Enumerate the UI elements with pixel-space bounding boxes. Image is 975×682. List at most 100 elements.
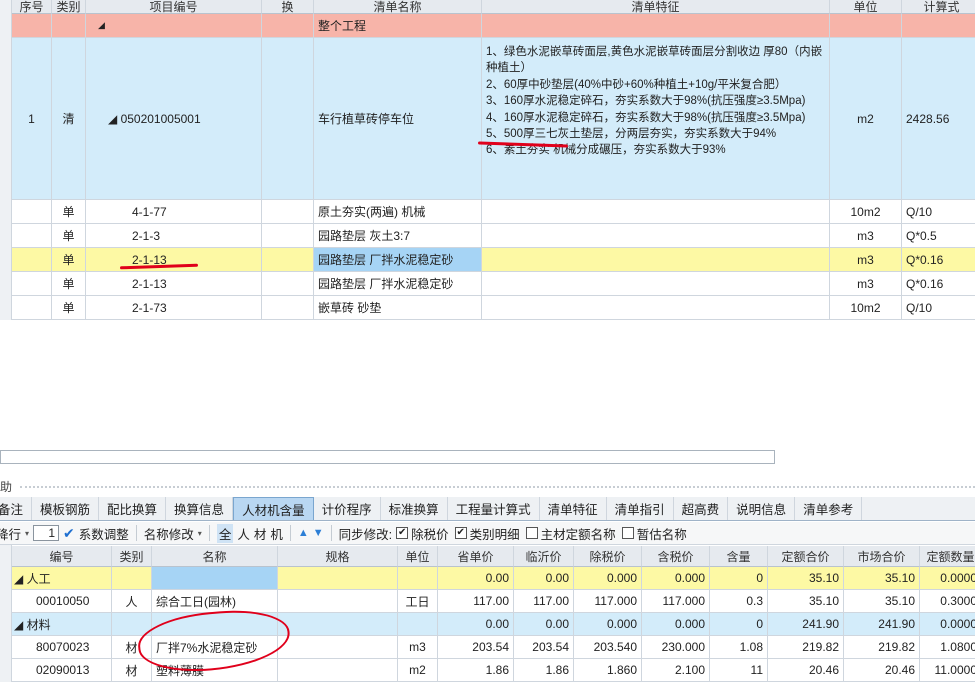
category-row-p3[interactable]: 0.000 xyxy=(574,567,642,590)
sub-row-code[interactable]: 2-1-13 xyxy=(86,248,262,272)
category-row-t2[interactable]: 35.10 xyxy=(844,567,920,590)
col-header-unit[interactable]: 单位 xyxy=(830,0,902,14)
category-row-p1[interactable]: 0.00 xyxy=(438,613,514,636)
category-row-t3[interactable]: 0.0000 xyxy=(920,613,975,636)
col-header-code[interactable]: 项目编号 xyxy=(86,0,262,14)
sub-row-type[interactable]: 单 xyxy=(52,272,86,296)
resource-row-t1[interactable]: 219.82 xyxy=(768,636,844,659)
panel-grip[interactable] xyxy=(20,486,975,488)
category-row-qty[interactable]: 0 xyxy=(710,567,768,590)
main-row-seq[interactable]: 1 xyxy=(12,38,52,200)
resource-row-p1[interactable]: 1.86 xyxy=(438,659,514,682)
sub-row-type[interactable]: 单 xyxy=(52,248,86,272)
col-header-type[interactable]: 类别 xyxy=(112,546,152,567)
sub-row-seq[interactable] xyxy=(12,272,52,296)
coef-adjust-button[interactable]: 系数调整 xyxy=(79,524,129,543)
total-row-features[interactable] xyxy=(482,14,830,38)
resource-row-unit[interactable]: m2 xyxy=(398,659,438,682)
sub-row-unit[interactable]: m3 xyxy=(830,272,902,296)
sub-row-swap[interactable] xyxy=(262,296,314,320)
tab-9[interactable]: 清单指引 xyxy=(607,497,674,520)
col-header-p1[interactable]: 省单价 xyxy=(438,546,514,567)
resource-row-t2[interactable]: 219.82 xyxy=(844,636,920,659)
sub-row-seq[interactable] xyxy=(12,248,52,272)
category-row-p2[interactable]: 0.00 xyxy=(514,613,574,636)
col-header-spec[interactable]: 规格 xyxy=(278,546,398,567)
resource-row-type[interactable]: 人 xyxy=(112,590,152,613)
arrow-down-icon[interactable]: ▼ xyxy=(313,527,324,539)
col-header-t1[interactable]: 定额合价 xyxy=(768,546,844,567)
tab-10[interactable]: 超高费 xyxy=(674,497,729,520)
tab-6[interactable]: 标准换算 xyxy=(381,497,448,520)
tab-0[interactable]: 备注 xyxy=(0,497,33,520)
resource-row-p4[interactable]: 2.100 xyxy=(642,659,710,682)
category-row-p4[interactable]: 0.000 xyxy=(642,567,710,590)
tab-2[interactable]: 配比换算 xyxy=(99,497,167,520)
category-row-p3[interactable]: 0.000 xyxy=(574,613,642,636)
resource-row-p2[interactable]: 203.54 xyxy=(514,636,574,659)
resource-row-p1[interactable]: 203.54 xyxy=(438,636,514,659)
name-modify-button[interactable]: 名称修改 xyxy=(144,524,194,543)
resource-row-p4[interactable]: 230.000 xyxy=(642,636,710,659)
col-header-p3[interactable]: 除税价 xyxy=(574,546,642,567)
sub-row-name[interactable]: 园路垫层 灰土3:7 xyxy=(314,224,482,248)
sub-row-unit[interactable]: 10m2 xyxy=(830,200,902,224)
resource-row-spec[interactable] xyxy=(278,590,398,613)
col-header-qty[interactable]: 含量 xyxy=(710,546,768,567)
col-header-name[interactable]: 名称 xyxy=(152,546,278,567)
resource-row-p4[interactable]: 117.000 xyxy=(642,590,710,613)
sub-row-name[interactable]: 园路垫层 厂拌水泥稳定砂 xyxy=(314,248,482,272)
resource-row-code[interactable]: 80070023 xyxy=(12,636,112,659)
total-row-type[interactable] xyxy=(52,14,86,38)
sub-row-features[interactable] xyxy=(482,224,830,248)
sub-row-formula[interactable]: Q*0.5 xyxy=(902,224,975,248)
resource-row-qty[interactable]: 11 xyxy=(710,659,768,682)
total-row-swap[interactable] xyxy=(262,14,314,38)
resource-row-t3[interactable]: 11.0000 xyxy=(920,659,975,682)
filter-machine-button[interactable]: 机 xyxy=(270,524,283,543)
category-row-t3[interactable]: 0.0000 xyxy=(920,567,975,590)
col-header-seq[interactable]: 序号 xyxy=(12,0,52,14)
category-row-t2[interactable]: 241.90 xyxy=(844,613,920,636)
filter-material-button[interactable]: 材 xyxy=(254,524,267,543)
checkbox-unchecked[interactable] xyxy=(525,527,538,539)
col-header-swap[interactable]: 换 xyxy=(262,0,314,14)
sub-row-type[interactable]: 单 xyxy=(52,200,86,224)
resource-row-t3[interactable]: 1.0800 xyxy=(920,636,975,659)
col-header-t3[interactable]: 定额数量 xyxy=(920,546,975,567)
sub-row-features[interactable] xyxy=(482,272,830,296)
tab-3[interactable]: 换算信息 xyxy=(166,497,234,520)
resource-row-spec[interactable] xyxy=(278,659,398,682)
resource-row-p3[interactable]: 117.000 xyxy=(574,590,642,613)
main-row-code[interactable]: ◢ 050201005001 xyxy=(86,38,262,200)
main-row-formula[interactable]: 2428.56 xyxy=(902,38,975,200)
category-row-code[interactable]: ◢ 材料 xyxy=(12,613,112,636)
category-row-unit[interactable] xyxy=(398,613,438,636)
tab-4[interactable]: 人材机含量 xyxy=(233,497,314,520)
main-row-name[interactable]: 车行植草砖停车位 xyxy=(314,38,482,200)
resource-row-unit[interactable]: m3 xyxy=(398,636,438,659)
col-header-unit[interactable]: 单位 xyxy=(398,546,438,567)
col-header-features[interactable]: 清单特征 xyxy=(482,0,830,14)
sub-row-features[interactable] xyxy=(482,296,830,320)
category-row-t1[interactable]: 241.90 xyxy=(768,613,844,636)
resource-row-name[interactable]: 综合工日(园林) xyxy=(152,590,278,613)
row-gutter[interactable] xyxy=(0,545,12,682)
sub-row-name[interactable]: 嵌草砖 砂垫 xyxy=(314,296,482,320)
category-row-spec[interactable] xyxy=(278,567,398,590)
sub-row-unit[interactable]: m3 xyxy=(830,248,902,272)
tab-11[interactable]: 说明信息 xyxy=(728,497,796,520)
sub-row-type[interactable]: 单 xyxy=(52,224,86,248)
main-row-unit[interactable]: m2 xyxy=(830,38,902,200)
filter-labor-button[interactable]: 人 xyxy=(237,524,250,543)
sub-row-code[interactable]: 2-1-73 xyxy=(86,296,262,320)
total-row-formula[interactable] xyxy=(902,14,975,38)
chevron-down-icon[interactable]: ▾ xyxy=(198,529,202,538)
sub-row-name[interactable]: 原土夯实(两遍) 机械 xyxy=(314,200,482,224)
col-header-t2[interactable]: 市场合价 xyxy=(844,546,920,567)
resource-row-p2[interactable]: 1.86 xyxy=(514,659,574,682)
checkbox-checked[interactable]: ✔ xyxy=(454,527,467,539)
category-row-spec[interactable] xyxy=(278,613,398,636)
sub-row-formula[interactable]: Q/10 xyxy=(902,296,975,320)
sub-row-code[interactable]: 4-1-77 xyxy=(86,200,262,224)
